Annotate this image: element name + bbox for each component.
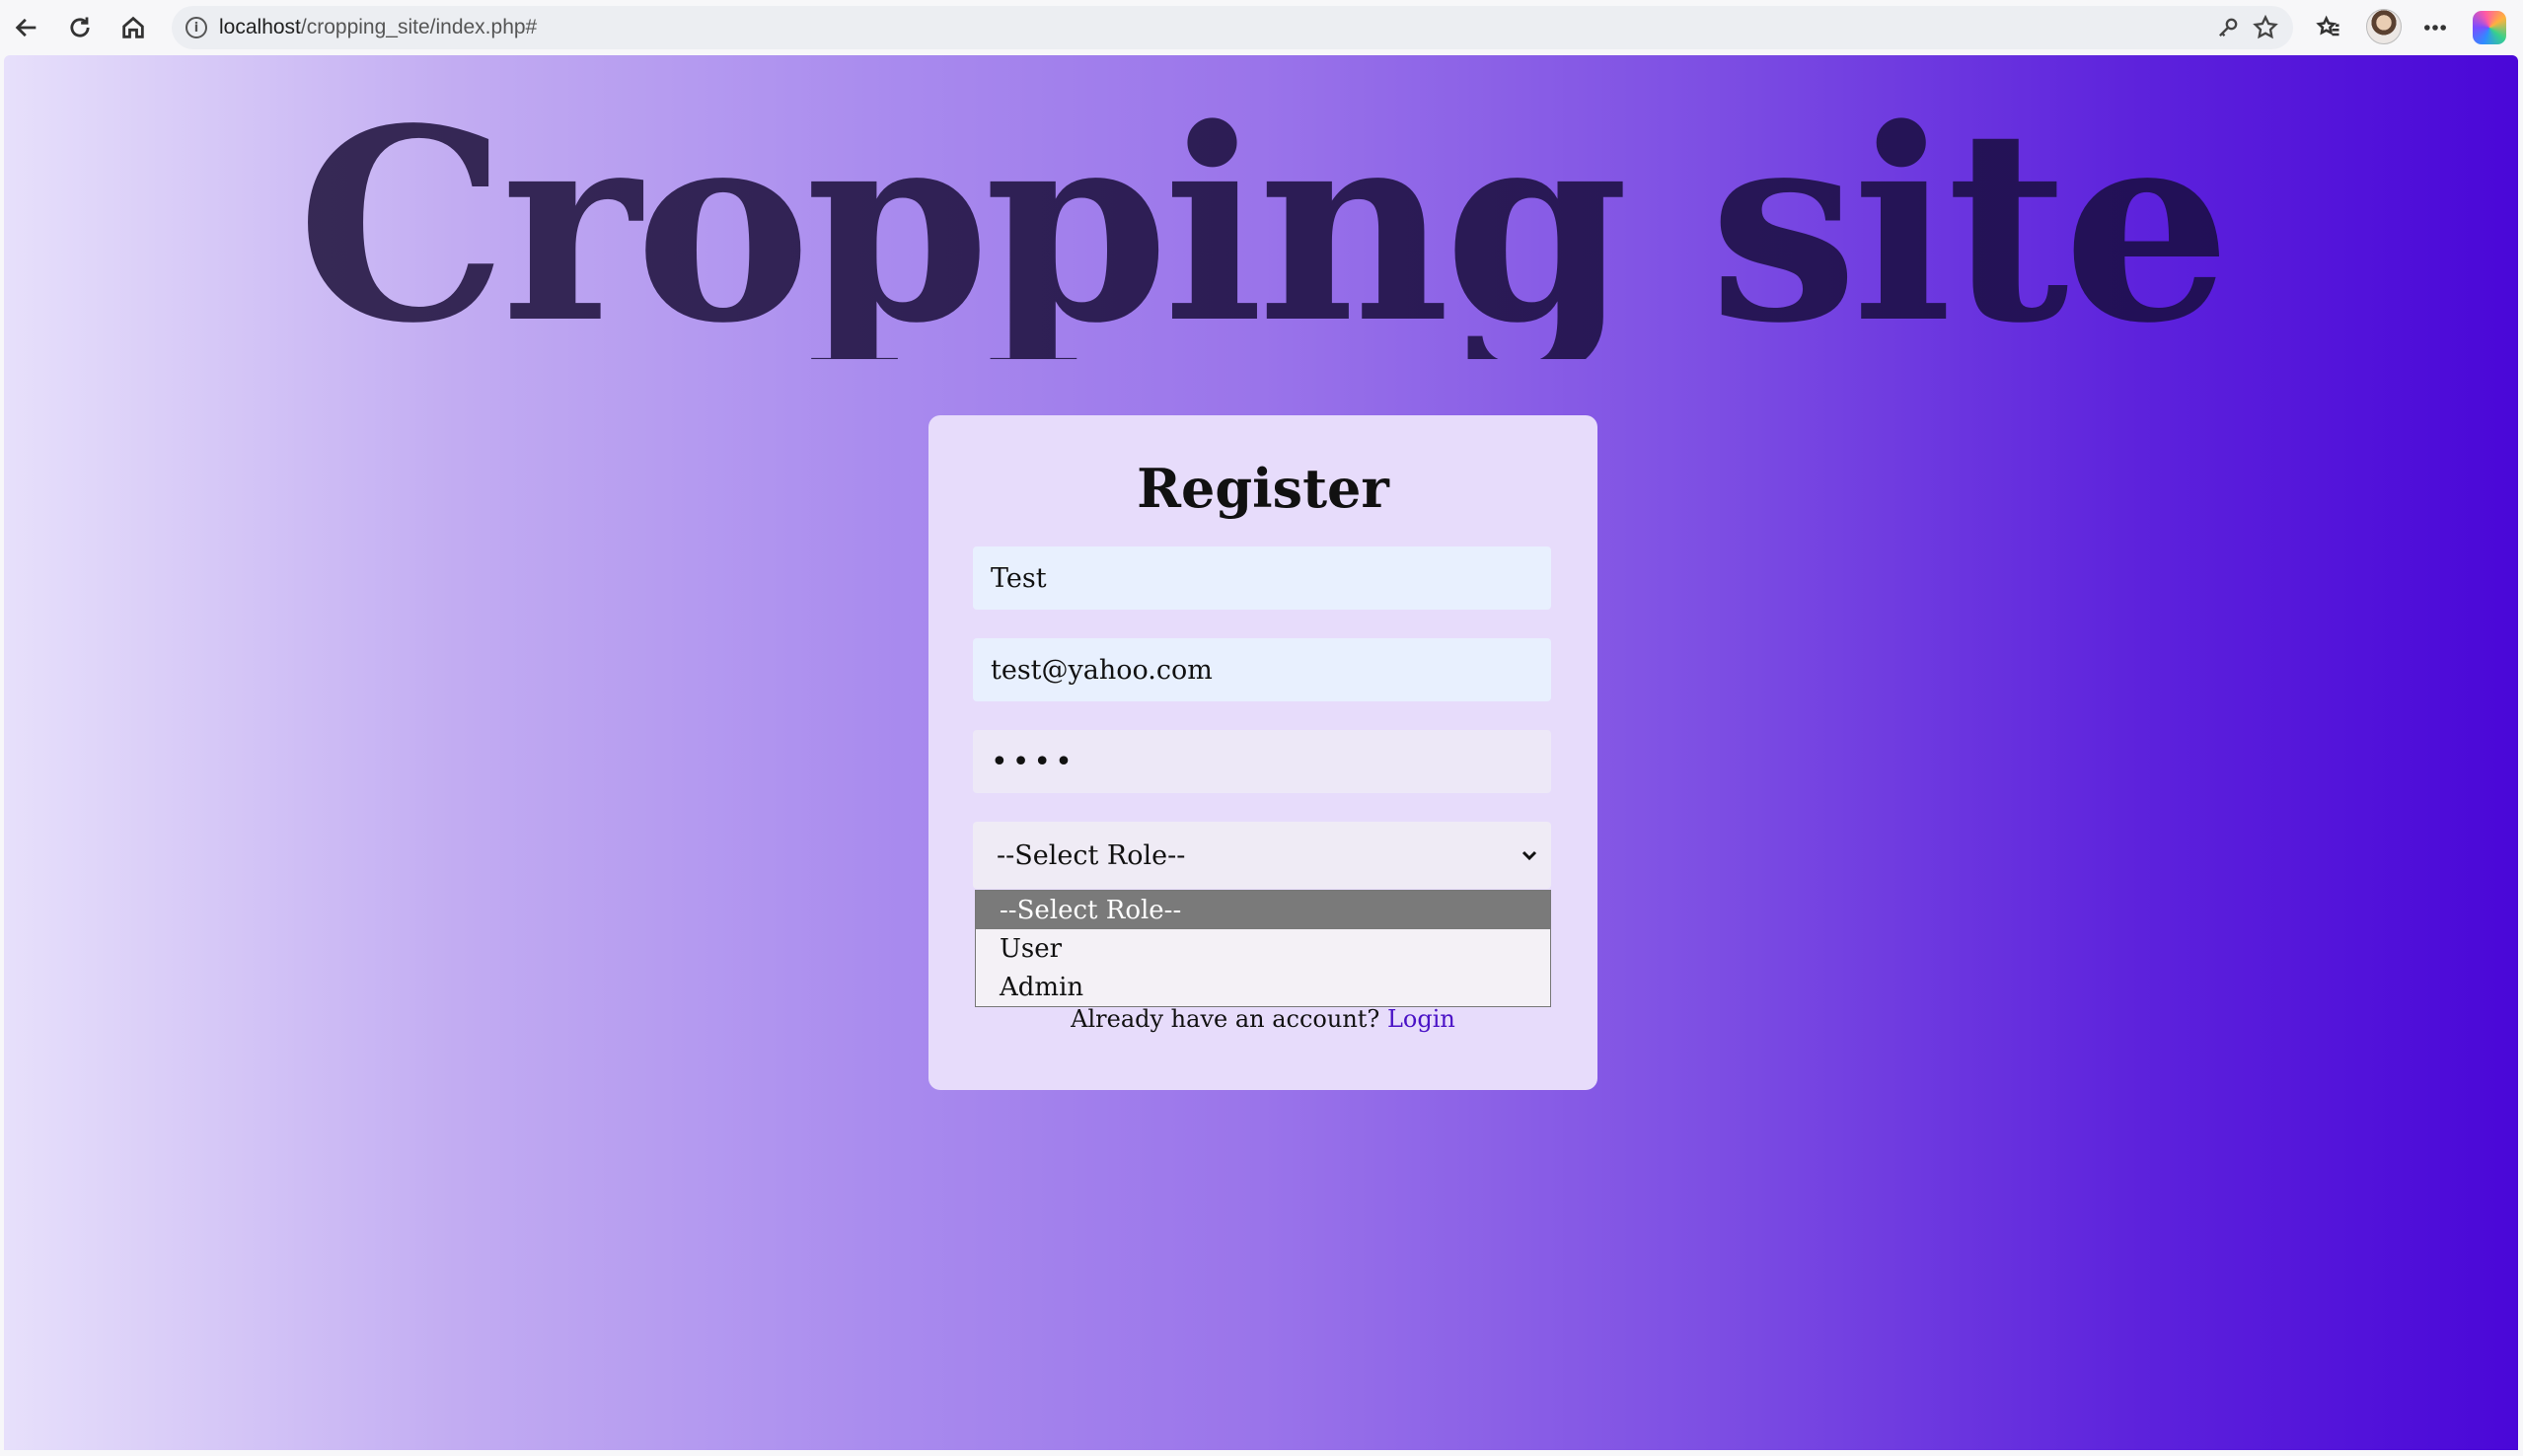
email-value: test@yahoo.com [991,654,1213,686]
back-icon[interactable] [7,8,46,47]
address-bar[interactable]: i localhost/cropping_site/index.php# [172,6,2293,49]
profile-avatar[interactable] [2366,9,2402,44]
register-title: Register [1137,457,1389,520]
login-prompt: Already have an account? Login [928,1005,1597,1033]
copilot-icon[interactable] [2473,11,2506,44]
email-input[interactable]: test@yahoo.com [973,638,1551,701]
favorites-icon[interactable] [2311,10,2346,45]
password-input[interactable]: •••• [973,730,1551,793]
role-dropdown-list: --Select Role-- User Admin [975,890,1551,1007]
chevron-down-icon [1518,843,1541,867]
page-viewport: Cropping site Register Test test@yahoo.c… [4,55,2518,1450]
more-icon[interactable] [2417,10,2453,45]
username-input[interactable]: Test [973,546,1551,610]
username-value: Test [991,562,1047,594]
key-icon[interactable] [2214,14,2242,41]
role-select[interactable]: --Select Role-- [973,822,1551,889]
register-card: Register Test test@yahoo.com •••• --Sele… [928,415,1597,1090]
site-title: Cropping site [4,95,2518,359]
browser-toolbar: i localhost/cropping_site/index.php# [0,0,2523,55]
role-option-placeholder[interactable]: --Select Role-- [976,891,1550,929]
login-prompt-text: Already have an account? [1071,1005,1380,1033]
role-option-user[interactable]: User [976,929,1550,968]
password-value: •••• [991,744,1076,779]
site-info-icon[interactable]: i [186,17,207,38]
login-link[interactable]: Login [1387,1005,1455,1033]
role-selected-value: --Select Role-- [997,839,1186,871]
home-icon[interactable] [113,8,153,47]
reload-icon[interactable] [60,8,100,47]
star-icon[interactable] [2252,14,2279,41]
url-text[interactable]: localhost/cropping_site/index.php# [219,16,537,39]
role-option-admin[interactable]: Admin [976,968,1550,1006]
